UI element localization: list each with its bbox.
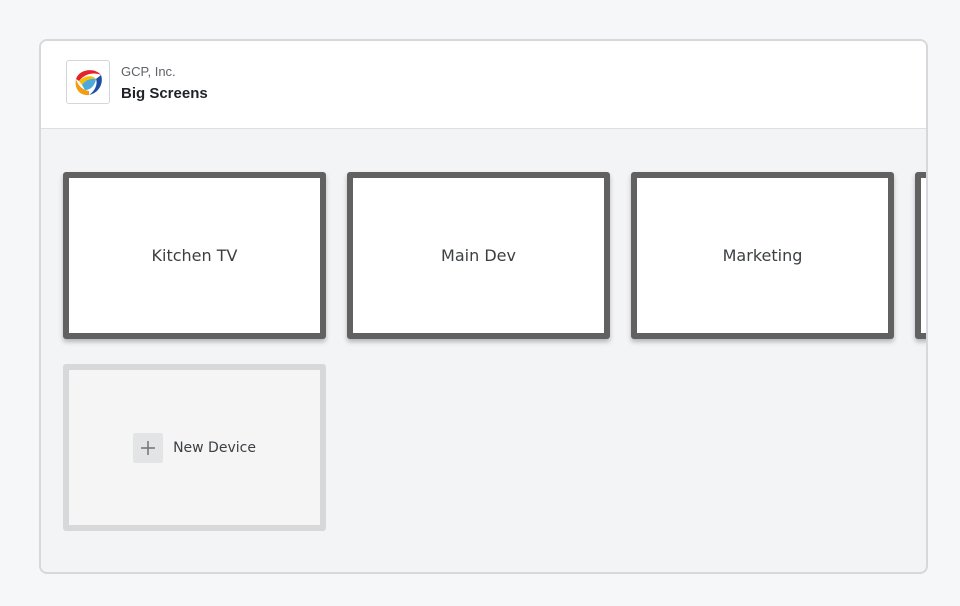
new-device-button[interactable]: New Device — [63, 364, 326, 531]
new-device-label: New Device — [173, 439, 256, 456]
device-card-partial[interactable] — [915, 172, 926, 339]
device-card-marketing[interactable]: Marketing — [631, 172, 894, 339]
page-title: Big Screens — [121, 85, 208, 102]
org-name: GCP, Inc. — [121, 64, 176, 79]
app-window: GCP, Inc. Big Screens Kitchen TV Main De… — [39, 39, 928, 574]
plus-icon — [133, 432, 164, 463]
device-label: Marketing — [722, 246, 803, 265]
device-card-main-dev[interactable]: Main Dev — [347, 172, 610, 339]
device-label: Kitchen TV — [151, 246, 238, 265]
device-grid: Kitchen TV Main Dev Marketing New Device — [41, 129, 926, 572]
company-logo-icon — [75, 69, 102, 96]
device-label: Main Dev — [441, 246, 516, 265]
device-card-kitchen-tv[interactable]: Kitchen TV — [63, 172, 326, 339]
company-logo — [66, 60, 110, 104]
header: GCP, Inc. Big Screens — [41, 41, 926, 129]
